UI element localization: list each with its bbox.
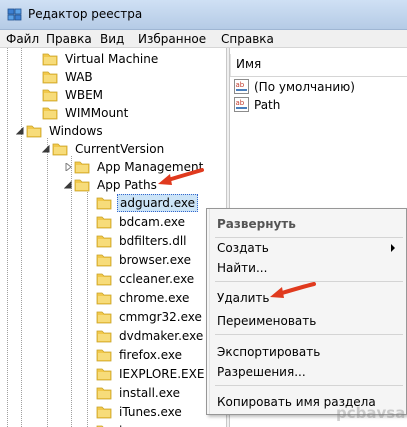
registry-key-tree[interactable]: Virtual Machine WAB WBEM WIMMount Windows Cur… <box>0 48 226 427</box>
column-header-name[interactable]: Имя <box>230 54 407 77</box>
folder-icon <box>96 349 112 362</box>
folder-icon <box>96 235 112 248</box>
tree-node-label: bdcam.exe <box>119 215 185 229</box>
expanded-arrow-icon[interactable] <box>42 145 50 153</box>
menu-bar: Файл Правка Вид Избранное Справка <box>0 30 407 48</box>
folder-icon <box>42 71 58 84</box>
context-menu-gutter <box>207 209 210 414</box>
registry-editor-icon <box>7 8 22 21</box>
tree-guide-line <box>71 156 72 427</box>
tree-node-label: bdfilters.dll <box>119 234 187 248</box>
menu-item-permissions[interactable]: Разрешения... <box>217 363 403 381</box>
tree-guide-line <box>7 48 8 427</box>
tree-node-label: WIMMount <box>65 106 129 120</box>
tree-guide-line <box>87 192 88 427</box>
folder-icon <box>96 292 112 305</box>
menu-favorites[interactable]: Избранное <box>138 31 206 47</box>
folder-icon <box>96 368 112 381</box>
menu-separator <box>215 334 403 335</box>
context-menu: Развернуть Создать Найти... Удалить Пере… <box>206 208 407 415</box>
folder-icon <box>96 330 112 343</box>
string-value-icon: ab <box>234 97 249 112</box>
tree-node-label: App Paths <box>97 178 157 192</box>
tree-node-label: Virtual Machine <box>65 52 159 66</box>
tree-node-label: browser.exe <box>119 253 192 267</box>
tree-node-label: WBEM <box>65 88 104 102</box>
tree-node-label: install.exe <box>119 386 181 400</box>
folder-icon <box>96 311 112 324</box>
expanded-arrow-icon[interactable] <box>64 181 72 189</box>
window-title: Редактор реестра <box>28 7 143 21</box>
menu-help[interactable]: Справка <box>221 31 274 47</box>
svg-text:ab: ab <box>236 81 245 89</box>
expanded-arrow-icon[interactable] <box>16 127 24 135</box>
column-separator <box>230 54 231 76</box>
menu-separator <box>215 237 403 238</box>
title-bar: Редактор реестра <box>0 0 407 30</box>
folder-icon <box>96 425 104 427</box>
value-name: Path <box>254 98 281 112</box>
tree-node-label: ccleaner.exe <box>119 272 195 286</box>
tree-node-label: iTunes.exe <box>119 405 182 419</box>
tree-node-label: adguard.exe <box>117 194 198 212</box>
folder-icon <box>96 406 112 419</box>
folder-icon <box>42 89 58 102</box>
value-name: (По умолчанию) <box>254 80 355 94</box>
tree-node-label: firefox.exe <box>119 348 183 362</box>
folder-icon <box>96 254 112 267</box>
folder-icon <box>42 107 58 120</box>
folder-icon <box>26 125 42 138</box>
annotation-arrow-icon <box>158 168 204 185</box>
menu-file[interactable]: Файл <box>6 31 39 47</box>
folder-icon <box>74 161 90 174</box>
tree-node-label: CurrentVersion <box>75 142 165 156</box>
tree-node-label: Windows <box>49 124 103 138</box>
watermark: pcbavsa.ru <box>336 404 407 422</box>
menu-view[interactable]: Вид <box>100 31 124 47</box>
tree-node-label: IEXPLORE.EXE <box>119 367 205 381</box>
menu-separator <box>215 385 403 386</box>
submenu-arrow-icon <box>391 244 395 252</box>
tree-node-label: dvdmaker.exe <box>119 329 204 343</box>
folder-icon <box>96 197 112 210</box>
tree-node-label: WAB <box>65 70 93 84</box>
collapsed-arrow-icon[interactable] <box>64 163 72 171</box>
folder-icon <box>52 143 68 156</box>
annotation-arrow-icon <box>270 282 316 298</box>
folder-icon <box>96 387 112 400</box>
menu-edit[interactable]: Правка <box>46 31 92 47</box>
folder-icon <box>74 179 90 192</box>
tree-node-label: javaws.exe <box>117 423 187 427</box>
menu-item-export[interactable]: Экспортировать <box>217 343 403 361</box>
folder-icon <box>96 216 112 229</box>
menu-item-create-label: Создать <box>217 241 269 255</box>
menu-item-create[interactable]: Создать <box>217 239 403 257</box>
menu-item-expand[interactable]: Развернуть <box>217 215 403 233</box>
tree-guide-line <box>47 138 48 427</box>
column-header-label: Имя <box>236 57 262 71</box>
registry-editor-window: Редактор реестра Файл Правка Вид Избранн… <box>0 0 407 427</box>
svg-text:ab: ab <box>236 99 245 107</box>
menu-item-rename[interactable]: Переименовать <box>217 312 403 330</box>
tree-node-label: chrome.exe <box>119 291 190 305</box>
folder-icon <box>42 53 58 66</box>
menu-item-find[interactable]: Найти... <box>217 259 403 277</box>
tree-guide-line <box>21 48 22 427</box>
tree-node-label: cmmgr32.exe <box>119 310 202 324</box>
string-value-icon: ab <box>234 79 249 94</box>
folder-icon <box>96 273 112 286</box>
